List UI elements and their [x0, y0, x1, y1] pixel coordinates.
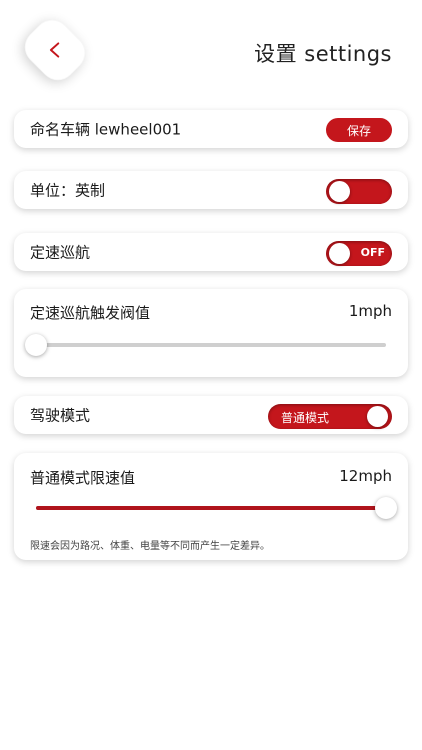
chevron-left-icon [49, 42, 60, 58]
cruise-toggle-knob [329, 243, 350, 264]
cruise-toggle-text: OFF [360, 246, 385, 259]
save-button[interactable]: 保存 [326, 118, 392, 142]
drive-mode-knob [367, 406, 388, 427]
cruise-threshold-card: 定速巡航触发阀值 1mph [14, 289, 408, 377]
speed-limit-label: 普通模式限速值 [30, 469, 136, 487]
speed-limit-fill [36, 506, 386, 510]
speed-limit-note: 限速会因为路况、体重、电量等不同而产生一定差异。 [30, 541, 270, 552]
drive-mode-toggle[interactable]: 普通模式 [268, 404, 392, 429]
cruise-label: 定速巡航 [30, 243, 91, 262]
speed-limit-value: 12mph [339, 467, 392, 485]
page-title: 设置 settings [254, 42, 392, 66]
cruise-threshold-label: 定速巡航触发阀值 [30, 304, 151, 322]
cruise-threshold-slider[interactable] [25, 334, 386, 356]
drive-mode-row: 驾驶模式 普通模式 [14, 396, 408, 434]
speed-limit-card: 普通模式限速值 12mph 限速会因为路况、体重、电量等不同而产生一定差异。 [14, 453, 408, 560]
cruise-row: 定速巡航 OFF [14, 233, 408, 271]
back-button[interactable] [17, 12, 93, 88]
cruise-threshold-value: 1mph [348, 302, 392, 320]
unit-label: 单位：英制 [30, 181, 106, 200]
speed-limit-thumb[interactable] [375, 497, 397, 519]
speed-limit-slider[interactable] [36, 497, 397, 519]
unit-toggle-knob [329, 181, 350, 202]
cruise-toggle[interactable]: OFF [326, 241, 392, 266]
unit-row: 单位：英制 [14, 171, 408, 209]
vehicle-name-label: 命名车辆 lewheel001 [30, 120, 182, 139]
drive-mode-label: 驾驶模式 [30, 406, 91, 425]
cruise-threshold-thumb[interactable] [25, 334, 47, 356]
unit-toggle[interactable] [326, 179, 392, 204]
drive-mode-value: 普通模式 [281, 411, 330, 425]
vehicle-name-row: 命名车辆 lewheel001 保存 [14, 110, 408, 148]
